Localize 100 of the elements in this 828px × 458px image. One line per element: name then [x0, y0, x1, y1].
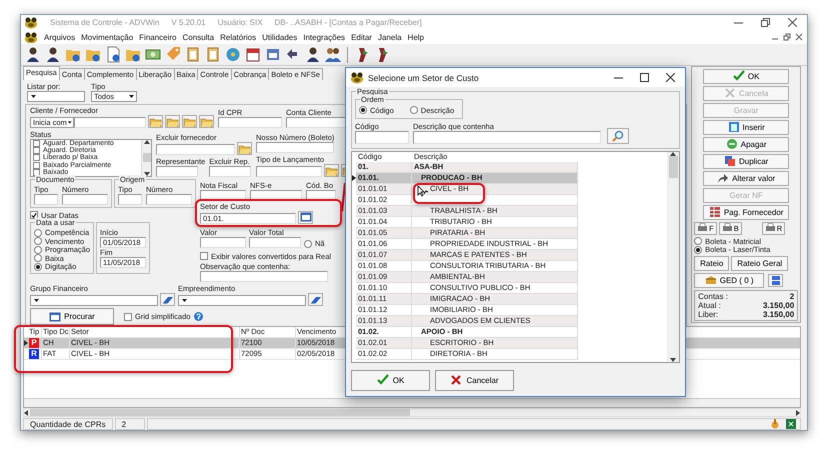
ged-button[interactable]: GED ( 0 ): [694, 272, 764, 288]
action-button[interactable]: Duplicar: [703, 154, 790, 169]
menu-item[interactable]: Help: [408, 32, 424, 42]
input-field[interactable]: [34, 194, 58, 205]
input-field[interactable]: [286, 116, 346, 128]
scrollbar-thumb[interactable]: [668, 156, 678, 178]
document-icon[interactable]: [105, 46, 121, 64]
eraser-button[interactable]: [160, 293, 175, 306]
input-field[interactable]: [200, 236, 246, 248]
rateio-button[interactable]: Rateio Geral: [731, 256, 788, 271]
input-field[interactable]: [218, 116, 282, 128]
person-icon[interactable]: [45, 46, 61, 64]
person-icon[interactable]: [305, 46, 321, 64]
menu-item[interactable]: Integrações: [303, 32, 346, 42]
hand-icon[interactable]: [770, 419, 780, 430]
box-icon: [704, 275, 717, 286]
caret-icon: [128, 92, 136, 100]
action-button[interactable]: Pag. Fornecedor: [703, 204, 790, 220]
checkbox[interactable]: [30, 211, 38, 220]
menu-item[interactable]: Editar: [351, 32, 372, 42]
checkbox[interactable]: [33, 162, 40, 169]
input-field[interactable]: [156, 144, 235, 155]
input-field[interactable]: [200, 190, 246, 201]
menu-item[interactable]: Consulta: [182, 32, 214, 42]
radio-button[interactable]: [694, 246, 702, 254]
calendar-icon[interactable]: [245, 46, 261, 64]
input-field[interactable]: [355, 130, 409, 144]
radio-button[interactable]: [304, 240, 312, 248]
scrollbar[interactable]: [667, 152, 679, 362]
action-button[interactable]: Inserir: [703, 120, 790, 135]
rateio-button[interactable]: Rateio: [694, 256, 730, 271]
input-field[interactable]: [209, 166, 252, 177]
close-icon[interactable]: [666, 73, 675, 82]
lookup-button[interactable]: [298, 210, 313, 224]
input-field[interactable]: [306, 190, 336, 201]
people-icon[interactable]: [325, 46, 341, 64]
scrollbar[interactable]: [141, 140, 151, 176]
input-field[interactable]: [256, 142, 334, 153]
maximize-icon[interactable]: [640, 73, 649, 82]
input-field[interactable]: [118, 194, 142, 205]
radio-button[interactable]: [34, 254, 42, 262]
radio-button[interactable]: [34, 246, 42, 254]
restore-icon[interactable]: [783, 33, 791, 42]
radio-button[interactable]: [34, 237, 42, 246]
input-field[interactable]: [256, 166, 322, 177]
input-field[interactable]: [249, 236, 301, 248]
checkbox[interactable]: [124, 312, 132, 321]
user-label: Usuário: SIX: [218, 18, 263, 28]
input-field[interactable]: [146, 194, 192, 205]
disc-icon[interactable]: [225, 46, 241, 64]
action-button[interactable]: OK: [703, 68, 790, 84]
search-button[interactable]: [607, 128, 629, 144]
scrollbar-thumb[interactable]: [142, 153, 150, 162]
input-field[interactable]: [200, 271, 328, 282]
radio-button[interactable]: [359, 106, 367, 114]
browse-button[interactable]: [237, 142, 252, 155]
dropdown[interactable]: [178, 295, 306, 306]
menu-item[interactable]: Janela: [378, 32, 402, 42]
eraser-button[interactable]: [308, 293, 323, 306]
browse-button[interactable]: [199, 114, 214, 128]
input-field[interactable]: [250, 190, 302, 201]
radio-button[interactable]: [34, 262, 42, 271]
scan-button[interactable]: [768, 274, 784, 287]
restore-icon[interactable]: [761, 18, 770, 28]
browse-button[interactable]: [182, 114, 197, 128]
input-field[interactable]: [62, 194, 108, 205]
radio-button[interactable]: [694, 237, 702, 246]
menu-item[interactable]: Arquivos: [44, 32, 76, 42]
search-button[interactable]: Procurar: [30, 308, 114, 326]
dialog-button[interactable]: OK: [351, 370, 430, 390]
printer-icon: [722, 223, 733, 234]
radio-button[interactable]: [34, 228, 42, 237]
menu-item[interactable]: Financeiro: [139, 32, 177, 42]
total-value: 2: [788, 292, 794, 301]
scrollbar-thumb[interactable]: [30, 409, 410, 416]
checkbox[interactable]: [33, 140, 40, 147]
browse-button[interactable]: [148, 114, 163, 128]
browse-button[interactable]: [324, 164, 339, 177]
spreadsheet-icon[interactable]: [786, 419, 796, 430]
radio-button[interactable]: [410, 106, 418, 114]
dialog-button[interactable]: Cancelar: [435, 370, 514, 390]
close-icon[interactable]: [788, 18, 797, 28]
action-button[interactable]: Apagar: [703, 136, 790, 152]
menu-item[interactable]: Utilidades: [262, 32, 298, 42]
dropdown[interactable]: [30, 295, 158, 306]
close-icon[interactable]: [795, 33, 803, 42]
scrollbar[interactable]: [23, 408, 801, 418]
input-field[interactable]: [156, 166, 198, 177]
action-button[interactable]: Alterar valor: [703, 170, 790, 186]
checkbox[interactable]: [33, 154, 40, 162]
input-field[interactable]: [74, 116, 146, 128]
checkbox[interactable]: [33, 147, 40, 154]
input-field[interactable]: [413, 130, 601, 144]
help-icon: [194, 312, 204, 322]
dropdown[interactable]: [27, 90, 85, 102]
browse-button[interactable]: [165, 114, 180, 128]
checkbox[interactable]: [200, 252, 208, 260]
menu-item[interactable]: Relatórios: [220, 32, 256, 42]
person-icon[interactable]: [25, 46, 41, 64]
menu-item[interactable]: Movimentação: [81, 32, 134, 42]
